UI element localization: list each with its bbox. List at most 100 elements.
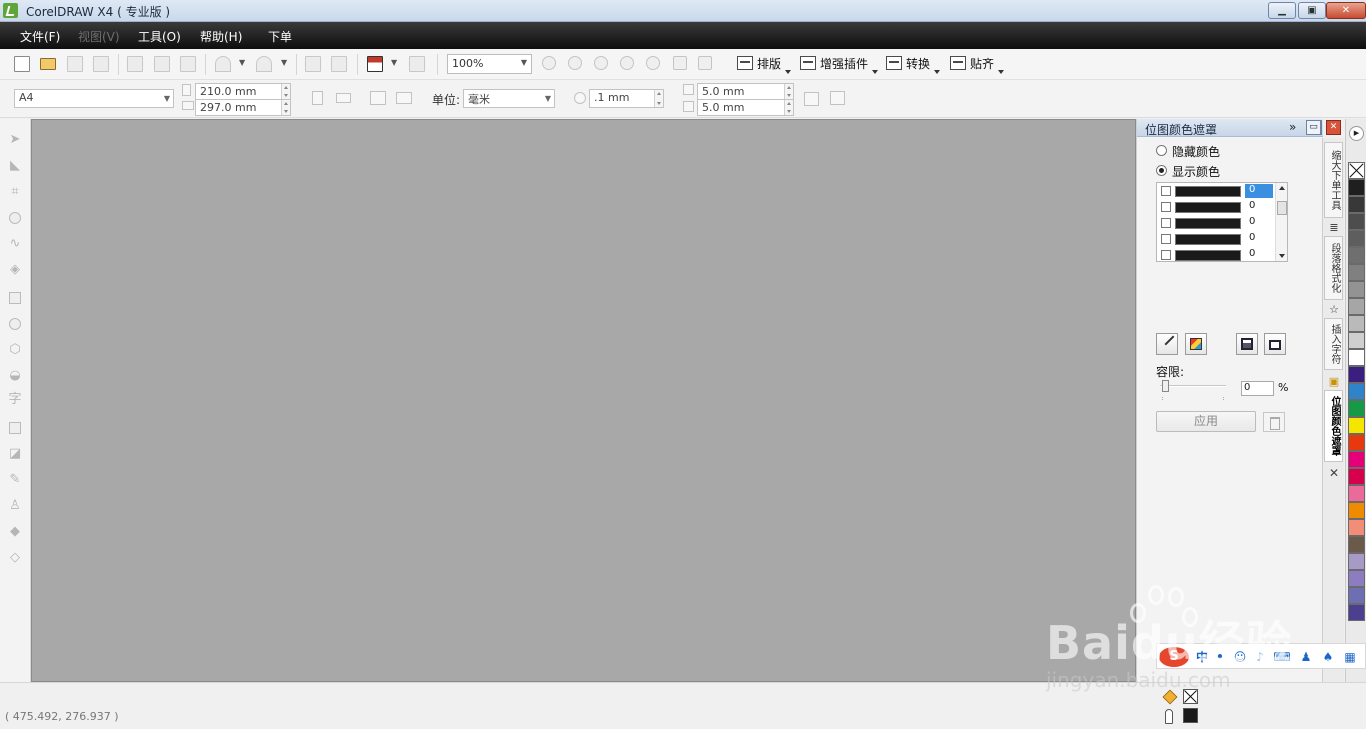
- tolerance-input[interactable]: 0: [1241, 381, 1274, 396]
- rectangle-tool-icon[interactable]: [8, 291, 22, 305]
- spinner-icon[interactable]: [281, 100, 290, 115]
- color-selector-button[interactable]: [1156, 333, 1182, 355]
- spinner-icon[interactable]: [654, 90, 663, 107]
- new-document-icon[interactable]: [14, 56, 30, 72]
- delete-icon[interactable]: [1263, 412, 1285, 432]
- menu-tools[interactable]: 工具(O): [138, 28, 181, 45]
- page-width-input[interactable]: 210.0 mm: [195, 83, 291, 100]
- smart-fill-tool-icon[interactable]: ◈: [8, 263, 22, 277]
- open-mask-button[interactable]: [1264, 333, 1286, 355]
- minimize-button[interactable]: ▁: [1268, 2, 1296, 19]
- palette-swatch[interactable]: [1348, 451, 1365, 468]
- transform-icon[interactable]: [830, 91, 845, 105]
- zoom-level-select[interactable]: 100% ▼: [447, 54, 532, 74]
- table-tool-icon[interactable]: [8, 421, 22, 435]
- palette-swatch[interactable]: [1348, 179, 1365, 196]
- import-icon[interactable]: [305, 56, 321, 72]
- palette-swatch[interactable]: [1348, 213, 1365, 230]
- palette-swatch[interactable]: [1348, 247, 1365, 264]
- edit-color-button[interactable]: [1185, 333, 1207, 355]
- spinner-icon[interactable]: [784, 100, 793, 115]
- menu-file[interactable]: 文件(F): [20, 28, 60, 45]
- no-color-swatch[interactable]: [1348, 162, 1365, 179]
- palette-swatch[interactable]: [1348, 485, 1365, 502]
- menu-help[interactable]: 帮助(H): [200, 28, 242, 45]
- color-swatch[interactable]: [1175, 250, 1241, 261]
- palette-swatch[interactable]: [1348, 332, 1365, 349]
- color-checkbox[interactable]: [1161, 186, 1171, 196]
- current-page-icon[interactable]: [396, 92, 412, 104]
- copy-icon[interactable]: [154, 56, 170, 72]
- palette-swatch[interactable]: [1348, 417, 1365, 434]
- nudge-distance-input[interactable]: .1 mm: [589, 89, 664, 108]
- shape-tool-icon[interactable]: ◣: [8, 159, 22, 173]
- interactive-fill-tool-icon[interactable]: ◇: [8, 551, 22, 565]
- palette-swatch[interactable]: [1348, 400, 1365, 417]
- menu-order[interactable]: 下单: [268, 28, 292, 45]
- save-icon[interactable]: [67, 56, 83, 72]
- palette-swatch[interactable]: [1348, 553, 1365, 570]
- list-item[interactable]: 0: [1157, 199, 1277, 215]
- plugin-enhance-button[interactable]: 增强插件: [800, 55, 879, 75]
- save-mask-button[interactable]: [1236, 333, 1258, 355]
- apply-button[interactable]: 应用: [1156, 411, 1256, 432]
- export-icon[interactable]: [331, 56, 347, 72]
- plugin-snap-button[interactable]: 贴齐: [950, 55, 1005, 75]
- zoom-out-icon[interactable]: [568, 56, 582, 70]
- zoom-page-icon[interactable]: [646, 56, 660, 70]
- toolbox-icon[interactable]: ▦: [1341, 648, 1359, 666]
- duplicate-x-input[interactable]: 5.0 mm: [697, 83, 794, 100]
- mask-color-list[interactable]: 0 0 0 0 0: [1156, 182, 1288, 262]
- redo-icon[interactable]: [256, 56, 272, 72]
- color-checkbox[interactable]: [1161, 218, 1171, 228]
- color-checkbox[interactable]: [1161, 202, 1171, 212]
- palette-swatch[interactable]: [1348, 604, 1365, 621]
- outline-tool-icon[interactable]: ♙: [8, 499, 22, 513]
- restore-button[interactable]: ▣: [1298, 2, 1326, 19]
- color-swatch[interactable]: [1175, 202, 1241, 213]
- plugin-layout-button[interactable]: 排版: [737, 55, 792, 75]
- basic-shapes-tool-icon[interactable]: ◒: [8, 369, 22, 383]
- drawing-canvas[interactable]: [31, 119, 1136, 682]
- list-item[interactable]: 0: [1157, 231, 1277, 247]
- palette-swatch[interactable]: [1348, 434, 1365, 451]
- skin-icon[interactable]: ♠: [1319, 648, 1337, 666]
- list-item[interactable]: 0: [1157, 183, 1277, 199]
- list-item[interactable]: 0: [1157, 247, 1277, 261]
- scroll-up-icon[interactable]: [1279, 186, 1285, 190]
- palette-swatch[interactable]: [1348, 196, 1365, 213]
- polygon-tool-icon[interactable]: ⬡: [8, 343, 22, 357]
- palette-swatch[interactable]: [1348, 315, 1365, 332]
- zoom-selected-icon[interactable]: [594, 56, 608, 70]
- zoom-in-icon[interactable]: [542, 56, 556, 70]
- palette-swatch[interactable]: [1348, 298, 1365, 315]
- close-icon[interactable]: ✕: [1329, 466, 1339, 480]
- tab-insert-character[interactable]: 插入字符: [1324, 318, 1343, 370]
- palette-swatch[interactable]: [1348, 502, 1365, 519]
- tolerance-slider-track[interactable]: [1160, 385, 1226, 387]
- docker-close-icon[interactable]: ✕: [1326, 120, 1341, 135]
- text-tool-icon[interactable]: 字: [8, 393, 22, 407]
- palette-swatch[interactable]: [1348, 468, 1365, 485]
- hide-colors-radio[interactable]: [1156, 145, 1167, 156]
- blend-tool-icon[interactable]: ◪: [8, 447, 22, 461]
- zoom-tool-icon[interactable]: [8, 211, 22, 225]
- treat-as-filled-icon[interactable]: [804, 92, 819, 106]
- tolerance-slider-knob[interactable]: [1162, 380, 1169, 392]
- palette-swatch[interactable]: [1348, 383, 1365, 400]
- spinner-icon[interactable]: [281, 84, 290, 99]
- color-swatch[interactable]: [1175, 218, 1241, 229]
- plugin-convert-button[interactable]: 转换: [886, 55, 941, 75]
- units-select[interactable]: 毫米 ▼: [463, 89, 555, 108]
- menu-view[interactable]: 视图(V): [78, 28, 120, 45]
- tab-paragraph-format[interactable]: 段落格式化: [1324, 236, 1343, 300]
- welcome-screen-icon[interactable]: [409, 56, 425, 72]
- palette-swatch[interactable]: [1348, 570, 1365, 587]
- scroll-thumb[interactable]: [1277, 201, 1287, 215]
- portrait-icon[interactable]: [312, 91, 323, 105]
- ellipse-tool-icon[interactable]: [8, 317, 22, 331]
- redo-dropdown-icon[interactable]: ▼: [281, 58, 287, 67]
- zoom-width-icon[interactable]: [673, 56, 687, 70]
- docker-dock-icon[interactable]: ▭: [1306, 120, 1321, 135]
- paste-icon[interactable]: [180, 56, 196, 72]
